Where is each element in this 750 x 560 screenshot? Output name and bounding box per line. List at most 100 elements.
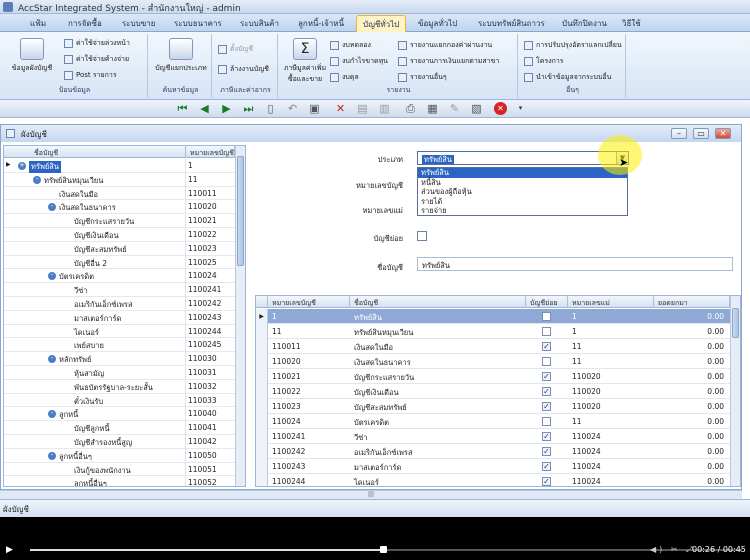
post-transactions-button[interactable]: Post รายการ — [64, 70, 117, 81]
row-selector[interactable] — [256, 384, 268, 399]
print-icon[interactable]: ⎙ — [404, 102, 417, 115]
tree-header-code[interactable]: หมายเลขบัญชี — [186, 146, 235, 158]
tree-row[interactable]: - ทรัพย์สินหมุนเวียน 11 — [4, 172, 235, 187]
minimize-icon[interactable]: – — [671, 128, 687, 139]
clear-accounts-button[interactable]: ล้างงานบัญชี — [218, 64, 269, 75]
table-row[interactable]: 110022 บัญชีเงินเดือน 110020 0.00 ✓ — [256, 384, 730, 399]
next-record-icon[interactable]: ▶ — [220, 102, 233, 115]
grid-header-sub[interactable]: บัญชีย่อย — [526, 296, 568, 308]
sub-account-cell-checkbox[interactable]: ✓ — [542, 462, 551, 471]
preview-icon[interactable]: ▦ — [426, 102, 439, 115]
restore-icon[interactable]: ▭ — [693, 128, 709, 139]
branch-cost-report-button[interactable]: รายงานแยกกองค่าผ่านงาน — [398, 40, 492, 51]
new-icon[interactable]: ▯ — [264, 102, 277, 115]
tree-scroll-thumb[interactable] — [237, 156, 244, 266]
copy-icon[interactable]: ▤ — [356, 102, 369, 115]
table-row[interactable]: 1100244 ไดเนอร์ 110024 0.00 ✓ — [256, 474, 730, 486]
close-icon[interactable]: ✕ — [715, 128, 731, 139]
edit-icon[interactable]: ✎ — [448, 102, 461, 115]
grid-header-balance[interactable]: ยอดยกมา — [654, 296, 730, 308]
set-account-button[interactable]: ตั้งบัญชี — [218, 44, 253, 55]
sub-account-cell-checkbox[interactable]: ✓ — [542, 387, 551, 396]
row-selector[interactable] — [256, 399, 268, 414]
income-statement-button[interactable]: งบกำไรขาดทุน — [330, 56, 388, 67]
table-row[interactable]: 11 ทรัพย์สินหมุนเวียน 1 0.00 — [256, 324, 730, 339]
table-row[interactable]: 110023 บัญชีสะสมทรัพย์ 110020 0.00 ✓ — [256, 399, 730, 414]
prepaid-expense-button[interactable]: ค่าใช้จ่ายล่วงหน้า — [64, 38, 130, 49]
save-icon[interactable]: ▣ — [308, 102, 321, 115]
play-icon[interactable]: ▶ — [6, 545, 13, 555]
table-row[interactable]: 110021 บัญชีกระแสรายวัน 110020 0.00 ✓ — [256, 369, 730, 384]
tree-row[interactable]: เงินกู้ของพนักงาน 110051 — [4, 462, 235, 477]
branch-finance-report-button[interactable]: รายงานการเงินแยกตามสาขา — [398, 56, 499, 67]
close-form-icon[interactable]: ✕ — [494, 102, 507, 115]
sub-account-cell-checkbox[interactable]: ✓ — [542, 432, 551, 441]
tree-row[interactable]: บัญชีกระแสรายวัน 110021 — [4, 214, 235, 229]
balance-sheet-button[interactable]: งบดุล — [330, 72, 359, 83]
sub-account-cell-checkbox[interactable]: ✓ — [542, 477, 551, 486]
menu-fixed-assets[interactable]: ระบบทรัพย์สินถาวร — [478, 17, 545, 30]
menu-file[interactable]: แฟ้ม — [30, 17, 46, 30]
table-row[interactable]: 1100241 วีซ่า 110024 0.00 ✓ — [256, 429, 730, 444]
expand-icon[interactable]: + — [18, 162, 26, 170]
tree-row[interactable]: มาสเตอร์การ์ด 1100243 — [4, 310, 235, 325]
collapse-icon[interactable]: - — [48, 410, 56, 419]
grid-header-parent[interactable]: หมายเลขแม่ — [568, 296, 654, 308]
sub-account-cell-checkbox[interactable] — [542, 312, 551, 321]
first-record-icon[interactable]: ⏮ — [176, 102, 189, 115]
dropdown-option[interactable]: ทรัพย์สิน — [418, 168, 627, 178]
collapse-icon[interactable]: - — [48, 355, 56, 364]
last-record-icon[interactable]: ⏭ — [242, 102, 255, 115]
row-selector[interactable] — [256, 324, 268, 339]
tree-row[interactable]: - หลักทรัพย์ 110030 — [4, 352, 235, 367]
table-row[interactable]: 110011 เงินสดในมือ 11 0.00 ✓ — [256, 339, 730, 354]
row-selector[interactable] — [256, 474, 268, 486]
row-selector[interactable] — [256, 369, 268, 384]
menu-sales[interactable]: ระบบขาย — [122, 17, 155, 30]
sub-account-cell-checkbox[interactable]: ✓ — [542, 342, 551, 351]
player-controls-icons[interactable]: ◀) ✂ ⤢ — [650, 545, 695, 555]
seek-handle[interactable] — [380, 546, 387, 553]
dropdown-option[interactable]: รายจ่าย — [418, 206, 627, 216]
menu-general-ledger[interactable]: บัญชีทั่วไป — [356, 15, 407, 32]
other-reports-button[interactable]: รายงานอื่นๆ — [398, 72, 447, 83]
sub-account-cell-checkbox[interactable]: ✓ — [542, 402, 551, 411]
toolbar-overflow-icon[interactable]: ▾ — [514, 102, 527, 115]
previous-record-icon[interactable]: ◀ — [198, 102, 211, 115]
tree-header-name[interactable]: ชื่อบัญชี — [4, 146, 186, 158]
tree-row[interactable]: บัญชีสำรองหนี้สูญ 110042 — [4, 435, 235, 449]
tree-row[interactable]: อเมริกันเอ็กซ์เพรส 1100242 — [4, 297, 235, 311]
chart-of-accounts-button[interactable]: ข้อมูลผังบัญชี — [4, 38, 60, 74]
menu-purchasing[interactable]: การจัดซื้อ — [68, 17, 102, 30]
sub-account-cell-checkbox[interactable] — [542, 357, 551, 366]
sub-account-checkbox[interactable] — [417, 231, 427, 241]
row-selector[interactable] — [256, 444, 268, 459]
tree-row[interactable]: วีซ่า 1100241 — [4, 283, 235, 298]
project-button[interactable]: โครงการ — [524, 56, 564, 67]
menu-ar-ap[interactable]: ลูกหนี้-เจ้าหนี้ — [298, 17, 344, 30]
menu-help[interactable]: วิธีใช้ — [622, 17, 641, 30]
sub-account-cell-checkbox[interactable]: ✓ — [542, 447, 551, 456]
tree-row[interactable]: บัญชีอื่น 2 110025 — [4, 255, 235, 270]
general-ledger-button[interactable]: บัญชีแยกประเภท — [154, 38, 208, 74]
window-horizontal-scrollbar[interactable]: ||| — [0, 490, 742, 499]
export-icon[interactable]: ▧ — [470, 102, 483, 115]
trial-balance-button[interactable]: งบทดลอง — [330, 40, 371, 51]
tree-scrollbar[interactable] — [235, 146, 245, 486]
collapse-icon[interactable]: - — [48, 272, 56, 281]
row-selector[interactable] — [256, 429, 268, 444]
menu-inventory[interactable]: ระบบสินค้า — [240, 17, 279, 30]
row-selector[interactable] — [256, 354, 268, 369]
paste-icon[interactable]: ▥ — [378, 102, 391, 115]
table-row[interactable]: 110020 เงินสดในธนาคาร 11 0.00 — [256, 354, 730, 369]
menu-closing[interactable]: บันทึกปิดงาน — [562, 17, 607, 30]
sub-account-cell-checkbox[interactable] — [542, 327, 551, 336]
vat-report-button[interactable]: Σ ภาษีมูลค่าเพิ่ม ซื้อและขาย — [282, 38, 328, 85]
dropdown-option[interactable]: รายได้ — [418, 197, 627, 207]
tree-row[interactable]: ไดเนอร์ 1100244 — [4, 324, 235, 339]
tree-row[interactable]: ตั๋วเงินรับ 110033 — [4, 393, 235, 408]
tree-row[interactable]: - ลูกหนี้ 110040 — [4, 407, 235, 422]
menu-banking[interactable]: ระบบธนาคาร — [174, 17, 222, 30]
grid-scroll-thumb[interactable] — [732, 308, 739, 338]
tree-row[interactable]: - ลูกหนี้อื่นๆ 110050 — [4, 448, 235, 463]
